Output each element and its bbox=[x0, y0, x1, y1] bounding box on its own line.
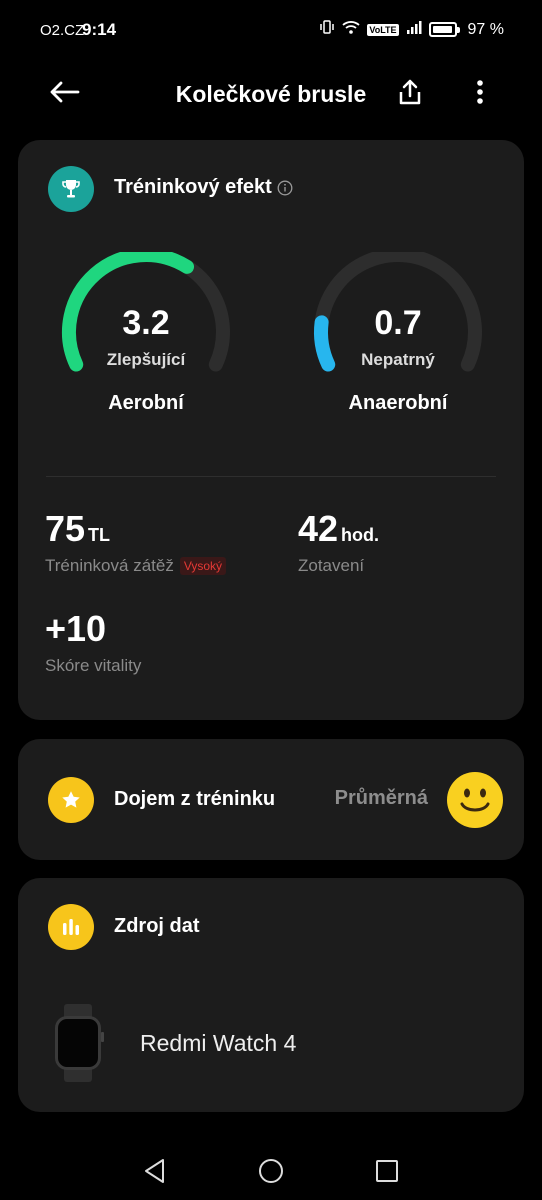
more-vertical-icon bbox=[477, 80, 483, 104]
status-icons: VoLTE 97 % bbox=[319, 19, 504, 40]
aerobic-level: Zlepšující bbox=[106, 350, 186, 369]
aerobic-gauge: 3.2 Zlepšující Aerobní bbox=[56, 252, 236, 414]
data-source-title: Zdroj dat bbox=[114, 915, 200, 937]
share-button[interactable] bbox=[392, 74, 428, 110]
system-nav-bar bbox=[0, 1140, 542, 1200]
vitality-metric: +10 Skóre vitality bbox=[45, 608, 141, 676]
training-effect-title: Tréninkový efekt bbox=[114, 176, 293, 199]
recovery-metric: 42 hod. Zotavení bbox=[298, 508, 379, 576]
training-load-unit: TL bbox=[88, 525, 111, 545]
anaerobic-level: Nepatrný bbox=[361, 350, 435, 369]
app-header: Kolečkové brusle bbox=[0, 60, 542, 130]
info-icon[interactable] bbox=[277, 180, 293, 196]
page-title: Kolečkové brusle bbox=[175, 81, 367, 107]
training-effect-title-text: Tréninkový efekt bbox=[114, 176, 272, 198]
divider bbox=[46, 476, 496, 477]
volte-icon: VoLTE bbox=[367, 23, 399, 36]
nav-home-button[interactable] bbox=[256, 1156, 286, 1186]
carrier-label: O2.CZ bbox=[40, 22, 85, 39]
recovery-unit: hod. bbox=[341, 525, 380, 545]
aerobic-value: 3.2 bbox=[122, 304, 170, 342]
trophy-icon bbox=[48, 166, 94, 212]
impression-title: Dojem z tréninku bbox=[114, 788, 276, 810]
anaerobic-value: 0.7 bbox=[374, 304, 422, 342]
training-load-label: Tréninková zátěž bbox=[45, 556, 174, 575]
circle-home-icon bbox=[259, 1159, 283, 1183]
impression-card[interactable]: Dojem z tréninku Průměrná bbox=[18, 739, 524, 860]
bar-chart-icon bbox=[48, 904, 94, 950]
square-recents-icon bbox=[376, 1160, 398, 1182]
triangle-back-icon bbox=[145, 1159, 164, 1183]
clock: 9:14 bbox=[82, 20, 117, 39]
recovery-label: Zotavení bbox=[298, 556, 365, 575]
vibrate-icon bbox=[319, 19, 335, 40]
data-source-card[interactable]: Zdroj dat Redmi Watch 4 bbox=[18, 878, 524, 1112]
training-load-value: 75 bbox=[45, 508, 86, 549]
anaerobic-label: Anaerobní bbox=[348, 392, 448, 414]
anaerobic-gauge: 0.7 Nepatrný Anaerobní bbox=[308, 252, 488, 414]
battery-icon bbox=[428, 22, 460, 37]
wifi-icon bbox=[342, 20, 360, 39]
nav-back-button[interactable] bbox=[140, 1156, 170, 1186]
smiley-icon bbox=[446, 771, 504, 829]
status-badge: Vysoký bbox=[179, 557, 227, 575]
vitality-value: +10 bbox=[45, 608, 107, 649]
share-icon bbox=[399, 79, 421, 105]
aerobic-label: Aerobní bbox=[108, 392, 184, 414]
device-name: Redmi Watch 4 bbox=[140, 1030, 297, 1056]
smartwatch-icon bbox=[52, 1004, 104, 1082]
training-load-metric: 75 TL Tréninková zátěž Vysoký bbox=[45, 508, 227, 576]
nav-recents-button[interactable] bbox=[372, 1156, 402, 1186]
vitality-label: Skóre vitality bbox=[45, 656, 142, 675]
more-options-button[interactable] bbox=[462, 74, 498, 110]
training-effect-card[interactable]: Tréninkový efekt 3.2 Zlepšující Aerobní … bbox=[18, 140, 524, 720]
impression-value: Průměrná bbox=[334, 787, 428, 809]
status-bar: O2.CZ 9:14 VoLTE 97 % bbox=[0, 0, 542, 60]
battery-level: 97 % bbox=[467, 20, 504, 38]
signal-icon bbox=[406, 20, 422, 39]
star-icon bbox=[48, 777, 94, 823]
recovery-value: 42 bbox=[298, 508, 339, 549]
